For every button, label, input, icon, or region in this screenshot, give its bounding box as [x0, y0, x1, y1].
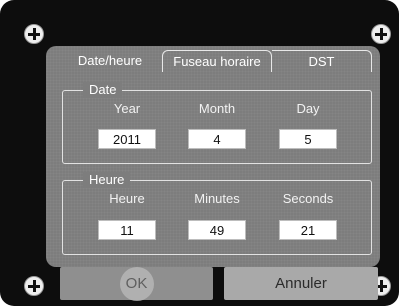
minutes-field[interactable]: 49	[188, 220, 246, 240]
tab-fuseau-horaire[interactable]: Fuseau horaire	[162, 50, 272, 72]
tab-dst[interactable]: DST	[272, 50, 372, 72]
month-label: Month	[198, 101, 236, 116]
hour-field[interactable]: 11	[98, 220, 156, 240]
year-label: Year	[113, 101, 141, 116]
plus-icon[interactable]	[371, 24, 391, 44]
tab-date-heure[interactable]: Date/heure	[58, 50, 162, 72]
plus-icon[interactable]	[24, 276, 44, 296]
month-field[interactable]: 4	[188, 129, 246, 149]
ok-button[interactable]: OK	[60, 266, 213, 301]
plus-icon[interactable]	[24, 24, 44, 44]
date-group: Date Year Month Day 2011 4 5	[62, 82, 372, 164]
cancel-button-label: Annuler	[275, 275, 327, 292]
device-frame: Date/heure Fuseau horaire DST Date Year …	[0, 0, 399, 306]
ok-button-label: OK	[125, 275, 148, 292]
cancel-button[interactable]: Annuler	[224, 267, 378, 300]
hour-label: Heure	[109, 191, 145, 206]
minutes-label: Minutes	[194, 191, 240, 206]
seconds-field[interactable]: 21	[279, 220, 337, 240]
time-group: Heure Heure Minutes Seconds 11 49 21	[62, 172, 372, 255]
time-group-legend: Heure	[83, 172, 131, 188]
date-group-legend: Date	[83, 82, 123, 98]
day-field[interactable]: 5	[279, 129, 337, 149]
year-field[interactable]: 2011	[98, 129, 156, 149]
settings-panel: Date/heure Fuseau horaire DST Date Year …	[46, 46, 380, 267]
day-label: Day	[296, 101, 320, 116]
seconds-label: Seconds	[282, 191, 334, 206]
